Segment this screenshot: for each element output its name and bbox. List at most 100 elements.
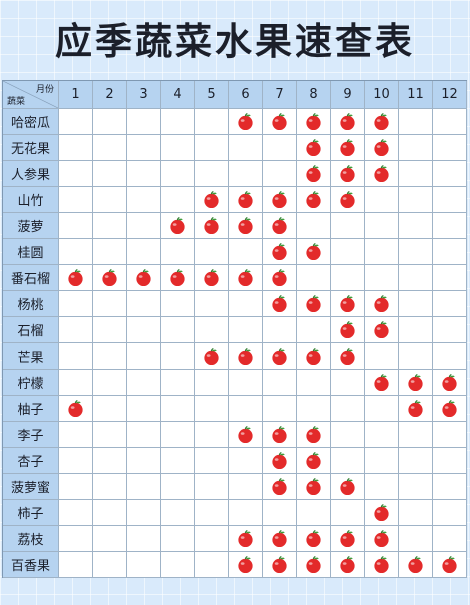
- table-cell: [433, 369, 467, 396]
- apple-icon: [306, 451, 321, 469]
- apple-icon: [408, 373, 423, 391]
- table-cell: [59, 317, 93, 344]
- table-cell: [263, 551, 297, 578]
- table-cell: [229, 499, 263, 526]
- table-cell: [229, 369, 263, 396]
- apple-icon: [306, 191, 321, 209]
- row-name: 哈密瓜: [3, 109, 59, 136]
- table-cell: [127, 161, 161, 188]
- table-cell: [93, 525, 127, 552]
- row-name: 百香果: [3, 551, 59, 578]
- table-cell: [161, 239, 195, 266]
- table-cell: [297, 447, 331, 474]
- table-cell: [399, 395, 433, 422]
- apple-icon: [272, 451, 287, 469]
- table-cell: [399, 135, 433, 162]
- apple-icon: [374, 139, 389, 157]
- table-cell: [195, 343, 229, 370]
- table-cell: [365, 187, 399, 214]
- table-cell: [433, 291, 467, 318]
- apple-icon: [272, 269, 287, 287]
- apple-icon: [442, 399, 457, 417]
- apple-icon: [340, 112, 355, 131]
- table-cell: [195, 135, 229, 162]
- table-cell: [263, 447, 297, 474]
- table-cell: [365, 369, 399, 396]
- apple-icon: [272, 425, 287, 443]
- table-cell: [331, 499, 365, 526]
- table-cell: [399, 265, 433, 292]
- table-cell: [433, 395, 467, 422]
- apple-icon: [306, 243, 321, 261]
- table-cell: [297, 343, 331, 370]
- table-cell: [195, 239, 229, 266]
- table-cell: [93, 421, 127, 448]
- table-cell: [263, 343, 297, 370]
- table-cell: [365, 161, 399, 188]
- apple-icon: [374, 529, 389, 547]
- table-cell: [365, 213, 399, 240]
- table-cell: [331, 395, 365, 422]
- table-cell: [93, 551, 127, 578]
- table-cell: [161, 369, 195, 396]
- table-cell: [161, 395, 195, 422]
- table-cell: [365, 421, 399, 448]
- table-cell: [399, 317, 433, 344]
- table-cell: [161, 187, 195, 214]
- apple-icon: [306, 112, 321, 131]
- table-cell: [59, 265, 93, 292]
- table-cell: [229, 447, 263, 474]
- table-cell: [59, 447, 93, 474]
- table-cell: [433, 447, 467, 474]
- table-cell: [297, 135, 331, 162]
- table-cell: [195, 317, 229, 344]
- table-cell: [127, 187, 161, 214]
- table-cell: [297, 239, 331, 266]
- table-cell: [399, 213, 433, 240]
- row-name: 荔枝: [3, 525, 59, 552]
- apple-icon: [136, 269, 151, 287]
- table-cell: [365, 239, 399, 266]
- table-cell: [229, 343, 263, 370]
- month-header-2: 2: [93, 81, 127, 109]
- table-cell: [161, 343, 195, 370]
- table-cell: [297, 187, 331, 214]
- apple-icon: [272, 243, 287, 261]
- table-cell: [229, 473, 263, 500]
- table-cell: [195, 395, 229, 422]
- table-cell: [229, 317, 263, 344]
- row-name: 番石榴: [3, 265, 59, 292]
- table-cell: [161, 317, 195, 344]
- table-cell: [263, 213, 297, 240]
- table-cell: [433, 265, 467, 292]
- apple-icon: [238, 347, 253, 365]
- table-cell: [365, 343, 399, 370]
- table-cell: [263, 473, 297, 500]
- table-cell: [331, 135, 365, 162]
- table-cell: [93, 369, 127, 396]
- table-cell: [365, 265, 399, 292]
- row-name: 石榴: [3, 317, 59, 344]
- table-cell: [263, 291, 297, 318]
- month-header-12: 12: [433, 81, 467, 109]
- apple-icon: [374, 295, 389, 313]
- apple-icon: [374, 321, 389, 339]
- table-cell: [59, 213, 93, 240]
- row-name: 无花果: [3, 135, 59, 162]
- table-cell: [433, 343, 467, 370]
- month-header-4: 4: [161, 81, 195, 109]
- apple-icon: [238, 217, 253, 235]
- table-cell: [297, 421, 331, 448]
- table-cell: [433, 109, 467, 136]
- table-cell: [263, 317, 297, 344]
- apple-icon: [374, 373, 389, 391]
- apple-icon: [374, 165, 389, 183]
- table-cell: [59, 369, 93, 396]
- apple-icon: [238, 529, 253, 547]
- table-cell: [365, 291, 399, 318]
- table-cell: [93, 109, 127, 136]
- row-name: 桂圆: [3, 239, 59, 266]
- table-cell: [127, 265, 161, 292]
- table-cell: [161, 109, 195, 136]
- apple-icon: [340, 347, 355, 365]
